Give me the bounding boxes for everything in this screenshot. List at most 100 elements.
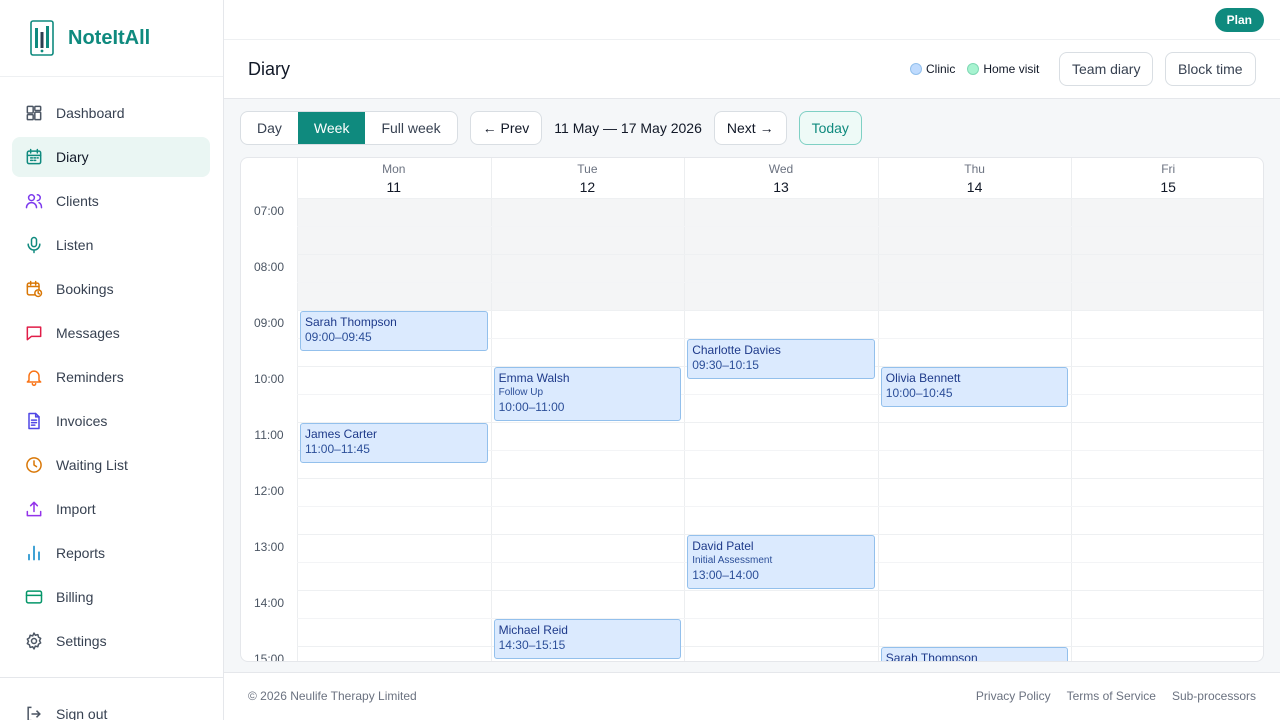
appointment-event[interactable]: Emma Walsh Follow Up 10:00–11:00 <box>493 367 682 421</box>
footer: © 2026 Neulife Therapy Limited Privacy P… <box>224 672 1280 720</box>
event-time: 09:30–10:15 <box>692 358 759 372</box>
today-button[interactable]: Today <box>798 111 862 145</box>
sidebar-item-reminders[interactable]: Reminders <box>12 357 210 397</box>
sidebar-item-dashboard[interactable]: Dashboard <box>12 93 210 133</box>
event-client-name: Charlotte Davies <box>692 343 781 357</box>
day-header-thu: Thu 14 <box>878 158 1072 198</box>
event-time: 10:00–10:45 <box>885 386 953 400</box>
appointment-event[interactable]: Olivia Bennett 10:00–10:45 <box>880 367 1069 407</box>
app-name: NoteItAll <box>68 26 151 49</box>
column-divider <box>877 198 879 661</box>
legend-label: Home visit <box>983 62 1040 76</box>
users-icon <box>25 194 43 209</box>
column-divider <box>684 158 686 198</box>
day-header-mon: Mon 11 <box>297 158 491 198</box>
sign-out-label: Sign out <box>56 706 108 720</box>
column-divider <box>490 158 492 198</box>
sidebar-item-label: Bookings <box>56 281 114 297</box>
day-header-wed: Wed 13 <box>684 158 878 198</box>
hour-label: 12:00 <box>253 484 285 498</box>
column-divider <box>1071 198 1073 661</box>
legend-swatch-home-visit <box>967 63 980 75</box>
legend-item-home-visit: Home visit <box>967 62 1039 76</box>
sidebar-item-label: Listen <box>56 237 94 253</box>
event-client-name: Michael Reid <box>498 623 568 637</box>
sidebar-item-label: Clients <box>56 193 99 209</box>
sidebar-item-import[interactable]: Import <box>12 489 210 529</box>
sidebar-item-messages[interactable]: Messages <box>12 313 210 353</box>
event-client-name: David Patel <box>692 539 754 553</box>
sidebar-item-diary[interactable]: Diary <box>12 137 210 177</box>
microphone-icon <box>27 236 41 254</box>
hour-label: 13:00 <box>253 540 285 554</box>
legend-swatch-clinic <box>910 63 922 75</box>
appointment-event[interactable]: James Carter 11:00–11:45 <box>300 423 488 463</box>
event-time: 13:00–14:00 <box>692 568 759 582</box>
calendar-clock-icon <box>26 280 43 298</box>
sidebar-item-listen[interactable]: Listen <box>12 225 210 265</box>
sidebar-nav: Dashboard Diary Clients Listen Bookings Messa… <box>0 77 223 661</box>
sidebar-item-bookings[interactable]: Bookings <box>12 269 210 309</box>
prev-week-button[interactable]: ← Prev <box>469 111 543 145</box>
message-icon <box>26 326 42 341</box>
view-switcher: Day Week Full week <box>240 111 458 145</box>
half-hour-gridline <box>297 394 1263 395</box>
day-header-fri: Fri 15 <box>1071 158 1263 198</box>
sidebar-item-waiting-list[interactable]: Waiting List <box>12 445 210 485</box>
hour-label: 11:00 <box>254 428 284 442</box>
hour-label: 14:00 <box>253 596 285 610</box>
page-title: Diary <box>248 59 291 79</box>
sub-processors-link[interactable]: Sub-processors <box>1172 689 1256 703</box>
legend-label: Clinic <box>926 62 956 76</box>
hour-label: 10:00 <box>253 372 285 386</box>
document-icon <box>28 412 40 430</box>
event-type: Initial Assessment <box>692 555 773 566</box>
appointment-event[interactable]: David Patel Initial Assessment 13:00–14:00 <box>687 535 875 589</box>
next-week-button[interactable]: Next → <box>713 111 787 145</box>
event-client-name: Sarah Thompson <box>885 651 978 662</box>
bar-chart-icon <box>28 545 40 561</box>
terms-of-service-link[interactable]: Terms of Service <box>1067 689 1156 703</box>
sidebar-item-clients[interactable]: Clients <box>12 181 210 221</box>
sidebar-item-label: Reminders <box>56 369 124 385</box>
column-divider <box>297 198 298 661</box>
column-divider <box>490 198 492 661</box>
event-time: 11:00–11:45 <box>305 442 370 456</box>
day-date: 14 <box>966 179 983 195</box>
signout-section: Sign out <box>0 677 223 720</box>
privacy-policy-link[interactable]: Privacy Policy <box>976 689 1051 703</box>
event-time: 14:30–15:15 <box>498 638 566 652</box>
sidebar-item-label: Waiting List <box>56 457 128 473</box>
sign-out-button[interactable]: Sign out <box>12 694 210 720</box>
appointment-event[interactable]: Michael Reid 14:30–15:15 <box>493 619 682 659</box>
hour-label: 08:00 <box>253 260 285 274</box>
app-logo-icon <box>30 20 54 56</box>
event-client-name: Emma Walsh <box>498 371 570 385</box>
event-client-name: James Carter <box>305 427 378 441</box>
sidebar-item-invoices[interactable]: Invoices <box>12 401 210 441</box>
sidebar-item-billing[interactable]: Billing <box>12 577 210 617</box>
day-date: 11 <box>386 179 402 195</box>
appointment-event[interactable]: Sarah Thompson 09:00–09:45 <box>300 311 488 351</box>
half-hour-gridline <box>297 282 1263 283</box>
hour-gridline <box>297 254 1263 255</box>
view-week-button[interactable]: Week <box>297 112 366 144</box>
event-time: 10:00–11:00 <box>498 400 565 414</box>
team-diary-button[interactable]: Team diary <box>1059 52 1154 86</box>
view-full-week-button[interactable]: Full week <box>365 112 456 144</box>
appointment-event[interactable]: Charlotte Davies 09:30–10:15 <box>687 339 875 379</box>
hour-gridline <box>297 590 1263 591</box>
sign-out-icon <box>27 706 41 720</box>
sidebar-item-label: Diary <box>56 149 89 165</box>
plan-badge[interactable]: Plan <box>1214 8 1264 32</box>
brand[interactable]: NoteItAll <box>0 0 223 77</box>
sidebar-item-reports[interactable]: Reports <box>12 533 210 573</box>
block-time-button[interactable]: Block time <box>1165 52 1256 86</box>
sidebar-item-settings[interactable]: Settings <box>12 621 210 661</box>
appointment-event[interactable]: Sarah Thompson15:00–15:45 <box>880 647 1069 662</box>
copyright: © 2026 Neulife Therapy Limited <box>248 689 417 703</box>
hour-label: 15:00 <box>253 652 285 662</box>
event-client-name: Sarah Thompson <box>305 315 397 329</box>
view-day-button[interactable]: Day <box>241 112 298 144</box>
week-calendar: 07:00 08:00 09:00 10:00 11:00 12:00 13:00 14:00… <box>240 157 1264 662</box>
